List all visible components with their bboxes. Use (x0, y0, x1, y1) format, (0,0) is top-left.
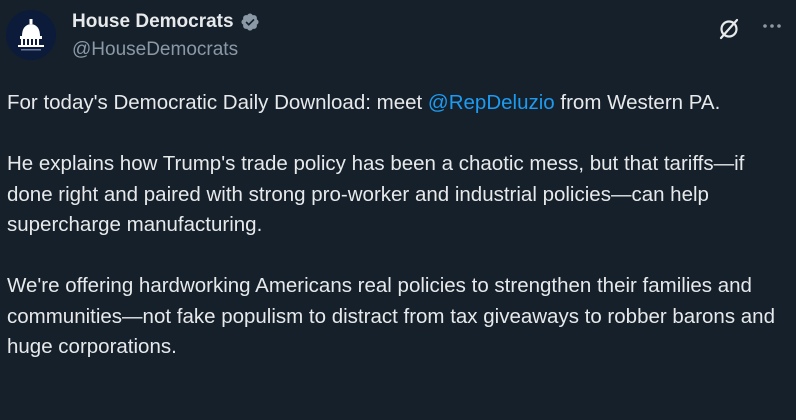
tweet-header: House Democrats @HouseDemocrats (0, 0, 796, 70)
grok-icon[interactable] (716, 16, 742, 42)
mention-link[interactable]: @RepDeluzio (428, 91, 555, 114)
tweet-paragraph-2: He explains how Trump's trade policy has… (7, 152, 745, 236)
verified-badge-icon (241, 13, 259, 31)
tweet-body: For today's Democratic Daily Download: m… (7, 88, 789, 393)
tweet-paragraph-3: We're offering hardworking Americans rea… (7, 274, 775, 358)
more-options-icon[interactable] (760, 14, 784, 38)
handle[interactable]: @HouseDemocrats (72, 39, 238, 61)
avatar[interactable] (6, 10, 56, 60)
display-name[interactable]: House Democrats (72, 11, 234, 33)
name-row: House Democrats (72, 10, 260, 34)
tweet-text: from Western PA. (554, 91, 721, 114)
tweet-paragraph-1: For today's Democratic Daily Download: m… (7, 88, 789, 119)
capitol-dome-icon (6, 10, 56, 60)
tweet-text: For today's Democratic Daily Download: m… (7, 91, 428, 114)
